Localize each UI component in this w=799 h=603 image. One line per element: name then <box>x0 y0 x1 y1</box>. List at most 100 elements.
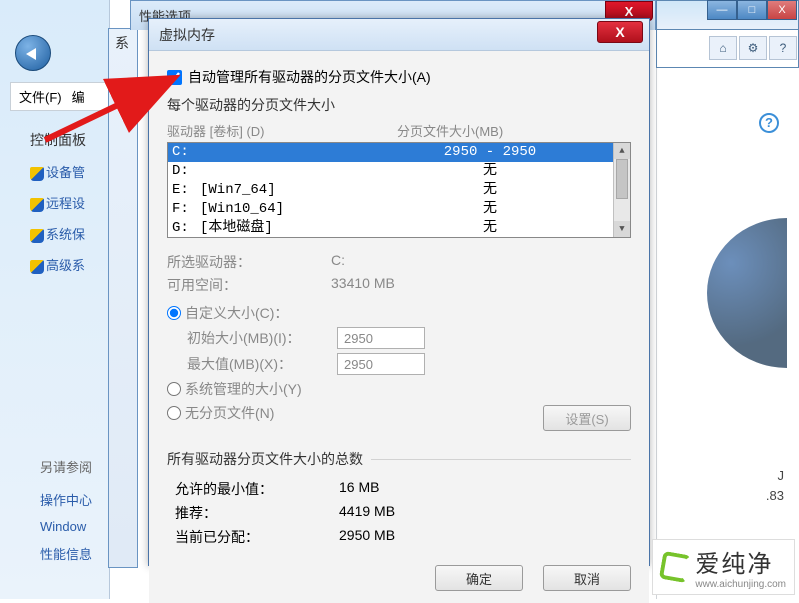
drive-size: 无 <box>400 200 580 219</box>
available-space-value: 33410 MB <box>331 275 395 295</box>
drive-label <box>200 162 400 181</box>
shield-icon <box>30 198 44 212</box>
home-icon[interactable]: ⌂ <box>709 36 737 60</box>
help-icon[interactable]: ? <box>769 36 797 60</box>
auto-manage-checkbox[interactable] <box>167 70 182 85</box>
right-text-2: .83 <box>766 488 784 503</box>
selected-drive-info: 所选驱动器：C: 可用空间：33410 MB <box>167 252 631 295</box>
right-text-1: J <box>778 468 785 483</box>
drive-list-headers: 驱动器 [卷标] (D) 分页文件大小(MB) <box>167 121 631 140</box>
available-space-label: 可用空间： <box>167 275 331 295</box>
drive-row-c[interactable]: C: 2950 - 2950 <box>168 143 630 162</box>
system-managed-option[interactable]: 系统管理的大小(Y) <box>167 379 631 399</box>
dialog-body: 自动管理所有驱动器的分页文件大小(A) 每个驱动器的分页文件大小 驱动器 [卷标… <box>149 51 649 603</box>
dialog-title: 虚拟内存 <box>159 25 215 45</box>
drive-label: [本地磁盘] <box>200 219 400 238</box>
drive-letter: F: <box>168 200 200 219</box>
auto-manage-row[interactable]: 自动管理所有驱动器的分页文件大小(A) <box>167 67 631 87</box>
drive-row-g[interactable]: G: [本地磁盘] 无 <box>168 219 630 238</box>
shield-icon <box>30 260 44 274</box>
recommended-label: 推荐： <box>175 503 339 523</box>
max-size-label: 最大值(MB)(X)： <box>187 354 331 374</box>
sidebar-item-protection[interactable]: 系统保 <box>30 224 110 243</box>
sidebar-nav: 控制面板 设备管 远程设 系统保 高级系 <box>30 118 110 286</box>
current-label: 当前已分配： <box>175 527 339 547</box>
sidebar-home[interactable]: 控制面板 <box>30 130 110 150</box>
see-also-heading: 另请参阅 <box>40 457 92 476</box>
drive-row-d[interactable]: D: 无 <box>168 162 630 181</box>
drive-row-f[interactable]: F: [Win10_64] 无 <box>168 200 630 219</box>
scroll-down-icon[interactable]: ▼ <box>614 221 630 237</box>
drive-letter: C: <box>168 143 200 162</box>
current-value: 2950 MB <box>339 527 395 547</box>
custom-size-radio[interactable] <box>167 306 181 320</box>
drive-label: [Win7_64] <box>200 181 400 200</box>
dialog-button-row: 确定 取消 <box>167 565 631 591</box>
drive-listbox[interactable]: C: 2950 - 2950 D: 无 E: [Win7_64] 无 F: [W… <box>167 142 631 238</box>
watermark-logo-icon <box>659 551 691 583</box>
initial-size-label: 初始大小(MB)(I)： <box>187 328 331 348</box>
scroll-thumb[interactable] <box>616 159 628 199</box>
link-performance[interactable]: 性能信息 <box>40 544 92 563</box>
set-button[interactable]: 设置(S) <box>543 405 631 431</box>
see-also-list: 操作中心 Window 性能信息 <box>40 480 92 573</box>
system-window: 系 <box>108 28 138 568</box>
menu-bar: 文件(F) 编 <box>10 82 109 111</box>
maximize-button[interactable]: □ <box>737 0 767 20</box>
watermark: 爱纯净 www.aichunjing.com <box>652 539 795 595</box>
link-windows[interactable]: Window <box>40 519 92 534</box>
min-allowed-value: 16 MB <box>339 479 379 499</box>
link-action-center[interactable]: 操作中心 <box>40 490 92 509</box>
virtual-memory-dialog: 虚拟内存 X 自动管理所有驱动器的分页文件大小(A) 每个驱动器的分页文件大小 … <box>148 18 650 566</box>
drive-letter: D: <box>168 162 200 181</box>
drive-row-e[interactable]: E: [Win7_64] 无 <box>168 181 630 200</box>
custom-size-option[interactable]: 自定义大小(C)： <box>167 303 631 323</box>
back-button[interactable] <box>15 35 51 71</box>
each-drive-label: 每个驱动器的分页文件大小 <box>167 95 631 115</box>
system-managed-radio[interactable] <box>167 382 181 396</box>
bg-window-buttons: — □ X <box>707 0 797 20</box>
drive-label <box>200 143 400 162</box>
shield-icon <box>30 167 44 181</box>
watermark-url: www.aichunjing.com <box>695 579 786 590</box>
right-content-pane: ? J .83 <box>656 68 799 599</box>
selected-drive-label: 所选驱动器： <box>167 252 331 272</box>
dialog-close-button[interactable]: X <box>597 21 643 43</box>
cancel-button[interactable]: 取消 <box>543 565 631 591</box>
dialog-titlebar[interactable]: 虚拟内存 <box>149 19 649 51</box>
drive-size: 2950 - 2950 <box>400 143 580 162</box>
min-allowed-label: 允许的最小值： <box>175 479 339 499</box>
initial-size-input[interactable] <box>337 327 425 349</box>
menu-edit[interactable]: 编 <box>72 87 85 106</box>
help-circle-icon[interactable]: ? <box>759 113 779 133</box>
gear-icon[interactable]: ⚙ <box>739 36 767 60</box>
close-button[interactable]: X <box>767 0 797 20</box>
control-panel-sidebar: 文件(F) 编 控制面板 设备管 远程设 系统保 高级系 另请参阅 操作中心 W… <box>0 0 110 599</box>
listbox-scrollbar[interactable]: ▲ ▼ <box>613 143 630 237</box>
menu-file[interactable]: 文件(F) <box>19 87 62 106</box>
recommended-value: 4419 MB <box>339 503 395 523</box>
watermark-text: 爱纯净 <box>695 544 786 579</box>
globe-graphic <box>707 218 787 368</box>
sidebar-item-device[interactable]: 设备管 <box>30 162 110 181</box>
sidebar-item-advanced[interactable]: 高级系 <box>30 255 110 274</box>
selected-drive-value: C: <box>331 252 345 272</box>
max-size-input[interactable] <box>337 353 425 375</box>
header-size: 分页文件大小(MB) <box>397 121 503 140</box>
no-paging-radio[interactable] <box>167 406 181 420</box>
minimize-button[interactable]: — <box>707 0 737 20</box>
bg-toolbar-icons: ⌂ ⚙ ? <box>709 36 797 60</box>
shield-icon <box>30 229 44 243</box>
drive-letter: G: <box>168 219 200 238</box>
totals-group: 所有驱动器分页文件大小的总数 允许的最小值：16 MB 推荐：4419 MB 当… <box>167 449 631 551</box>
drive-size: 无 <box>400 219 580 238</box>
drive-label: [Win10_64] <box>200 200 400 219</box>
drive-letter: E: <box>168 181 200 200</box>
drive-size: 无 <box>400 162 580 181</box>
sidebar-item-remote[interactable]: 远程设 <box>30 193 110 212</box>
ok-button[interactable]: 确定 <box>435 565 523 591</box>
scroll-up-icon[interactable]: ▲ <box>614 143 630 159</box>
size-options: 自定义大小(C)： 初始大小(MB)(I)： 最大值(MB)(X)： 系统管理的… <box>167 303 631 431</box>
custom-size-label: 自定义大小(C)： <box>185 303 288 323</box>
system-managed-label: 系统管理的大小(Y) <box>185 379 302 399</box>
